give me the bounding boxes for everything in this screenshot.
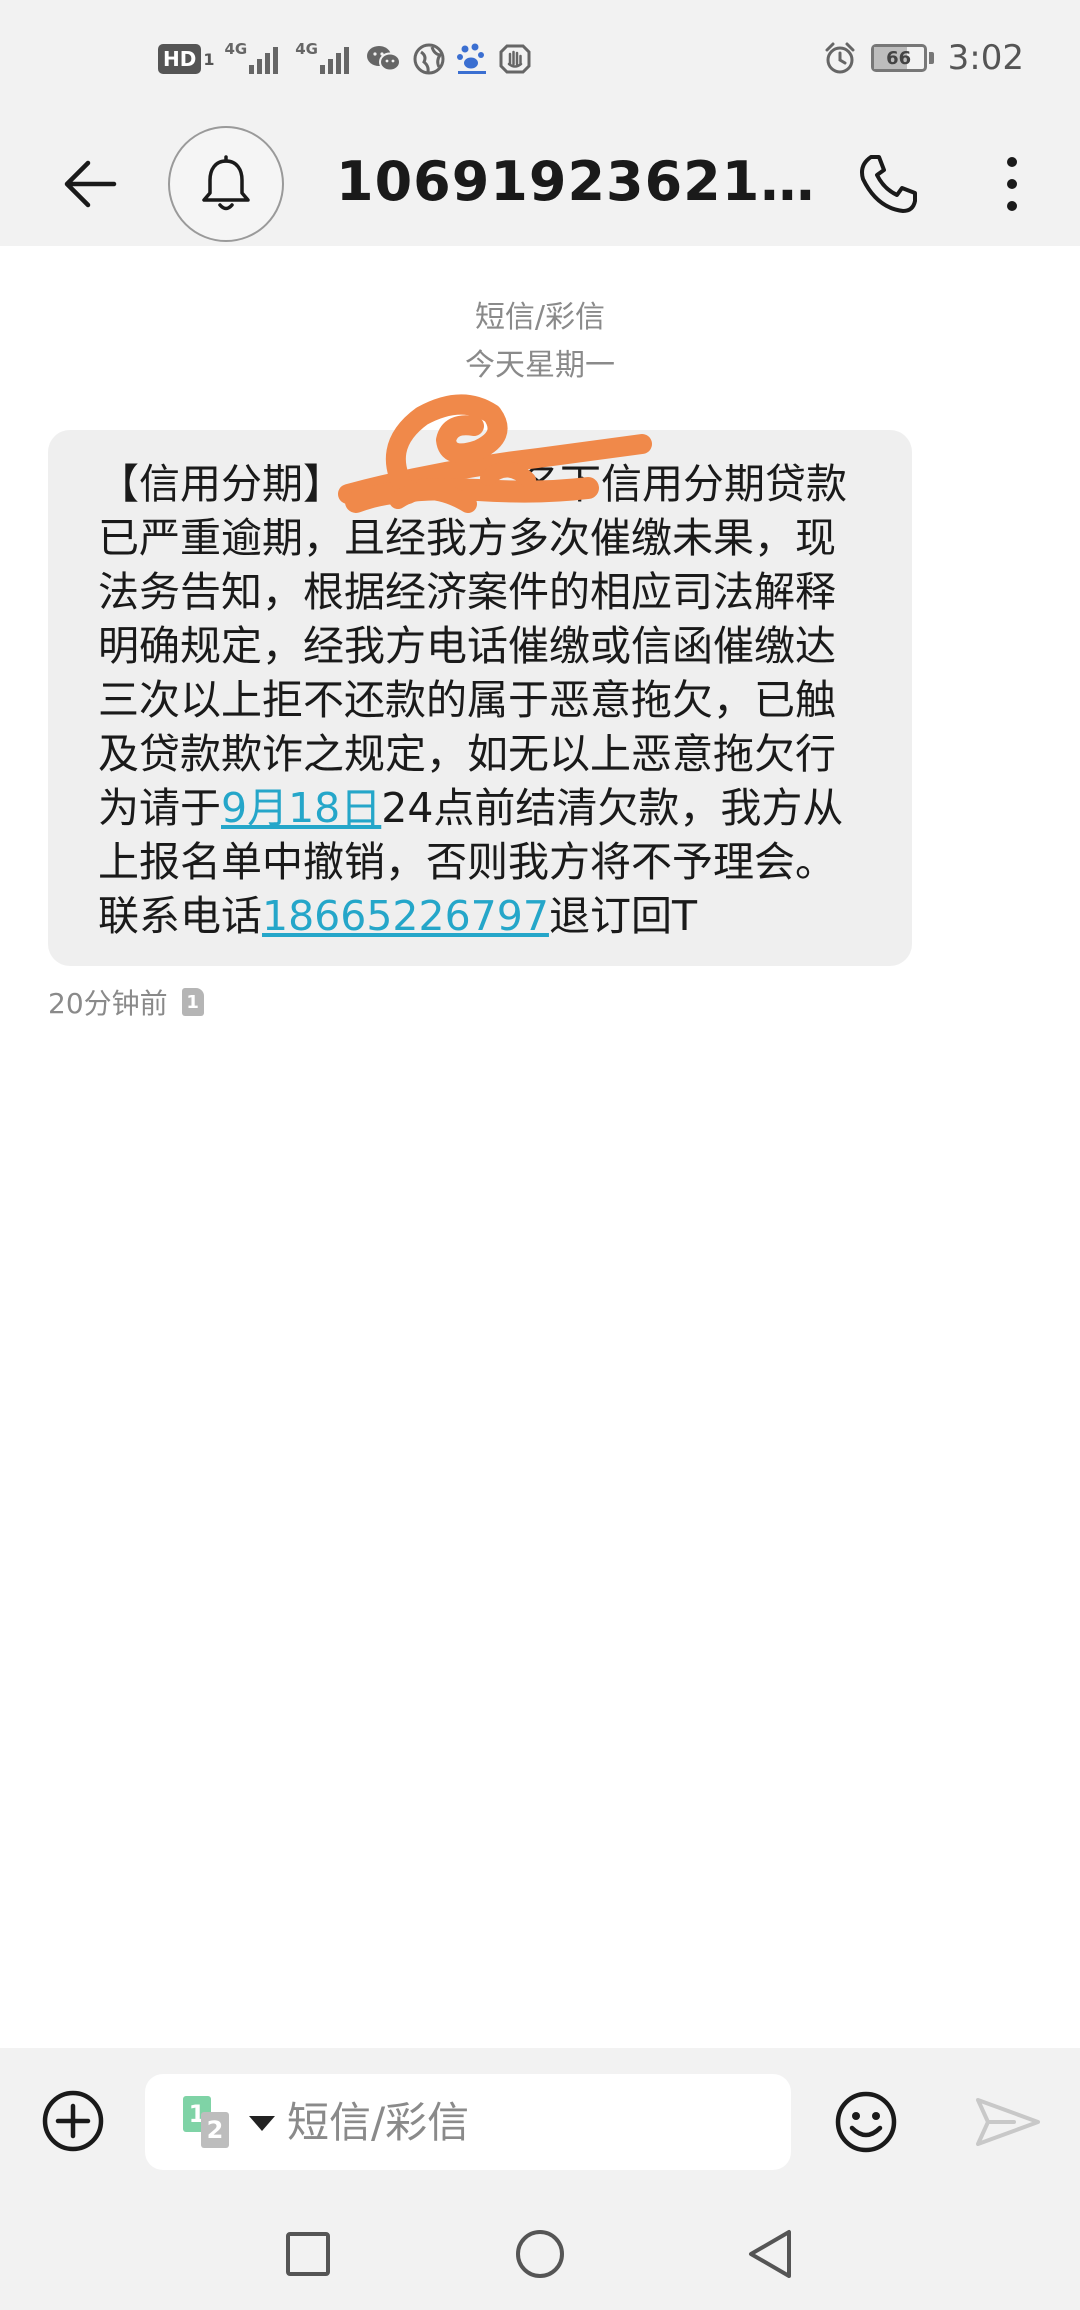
more-options-button[interactable]	[972, 144, 1052, 224]
message-segment: 为请于	[98, 784, 221, 832]
battery-percent: 66	[886, 47, 912, 69]
send-arrow-icon	[976, 2098, 1040, 2146]
hd-voice-icon: HD 1	[158, 42, 214, 76]
message-input[interactable]	[287, 2074, 767, 2170]
notification-bell-button[interactable]	[168, 126, 284, 242]
phone-icon	[860, 155, 917, 213]
message-line: 三次以上拒不还款的属于恶意拖欠，已触	[98, 676, 836, 724]
system-navigation-bar	[0, 2198, 1080, 2310]
signal-sim1-icon: 4G	[224, 40, 285, 76]
bell-icon	[202, 155, 250, 211]
message-segment: 联系电话	[98, 892, 262, 940]
input-box: 1 2	[145, 2074, 791, 2170]
date-link[interactable]: 9月18日	[221, 784, 381, 832]
thread-date-label: 今天星期一	[465, 348, 615, 383]
network-type-label: 4G	[295, 40, 318, 58]
sim-selector[interactable]: 1 2	[183, 2096, 275, 2150]
network-type-label: 4G	[224, 40, 248, 58]
square-icon	[286, 2232, 330, 2276]
message-line: 明确规定，经我方电话催缴或信函催缴达	[98, 622, 836, 670]
caret-down-icon	[249, 2116, 275, 2131]
status-bar: HD 1 4G 4G 66 3:02	[0, 0, 1080, 120]
message-composer: 1 2	[0, 2048, 1080, 2198]
back-button[interactable]	[50, 144, 130, 224]
sim-card-icon: 1	[181, 988, 204, 1016]
message-line: 联系电话18665226797退订回T	[98, 889, 872, 943]
battery-level: 66	[870, 44, 927, 72]
message-line: 法务告知，根据经济案件的相应司法解释	[98, 568, 836, 616]
circle-icon	[516, 2230, 564, 2278]
hd-badge: HD	[158, 44, 202, 74]
baidu-paw-icon	[456, 42, 488, 76]
status-icons-left: HD 1 4G 4G	[158, 40, 532, 76]
recents-button[interactable]	[268, 2218, 348, 2290]
wechat-icon	[366, 42, 402, 76]
sim1-indicator: 1	[203, 49, 215, 69]
emoji-button[interactable]	[826, 2082, 906, 2162]
status-icons-right: 66 3:02	[823, 38, 1024, 78]
message-bubble[interactable]: 【信用分期】 名下信用分期贷款 已严重逾期，且经我方多次催缴未果，现 法务告知，根…	[48, 394, 912, 966]
message-meta: 20分钟前 1	[48, 982, 204, 1022]
message-line: 上报名单中撤销，否则我方将不予理会。	[98, 838, 836, 886]
browser-globe-icon	[412, 42, 446, 76]
send-button[interactable]	[966, 2082, 1050, 2162]
redaction-scribble	[338, 394, 652, 513]
contact-number-title: 10691923621757...	[336, 150, 816, 213]
message-line: 为请于9月18日24点前结清欠款，我方从	[98, 781, 872, 835]
more-vertical-icon	[1007, 157, 1017, 211]
home-button[interactable]	[500, 2218, 580, 2290]
phone-number-link[interactable]: 18665226797	[262, 892, 549, 940]
attach-button[interactable]	[38, 2086, 108, 2156]
battery-icon: 66	[870, 41, 934, 75]
conversation-header: 10691923621757...	[0, 120, 1080, 246]
message-segment: 退订回T	[548, 892, 697, 940]
message-line: 及贷款欺诈之规定，如无以上恶意拖欠行	[98, 730, 836, 778]
status-clock: 3:02	[947, 38, 1024, 78]
smiley-icon	[835, 2091, 897, 2153]
message-timestamp: 20分钟前	[48, 987, 168, 1020]
nav-back-button[interactable]	[730, 2218, 810, 2290]
hand-stop-icon	[498, 42, 532, 76]
triangle-back-icon	[749, 2230, 791, 2278]
alarm-icon	[823, 41, 857, 75]
sim2-icon: 2	[201, 2112, 229, 2148]
signal-sim2-icon: 4G	[295, 40, 356, 76]
message-segment: 【信用分期】	[98, 460, 344, 508]
message-segment: 24点前结清欠款，我方从	[381, 784, 844, 832]
call-button[interactable]	[848, 144, 928, 224]
back-arrow-icon	[64, 160, 117, 208]
plus-circle-icon	[42, 2090, 104, 2152]
thread-type-label: 短信/彩信	[474, 300, 606, 335]
message-text: 【信用分期】 名下信用分期贷款 已严重逾期，且经我方多次催缴未果，现 法务告知，根…	[98, 457, 872, 943]
